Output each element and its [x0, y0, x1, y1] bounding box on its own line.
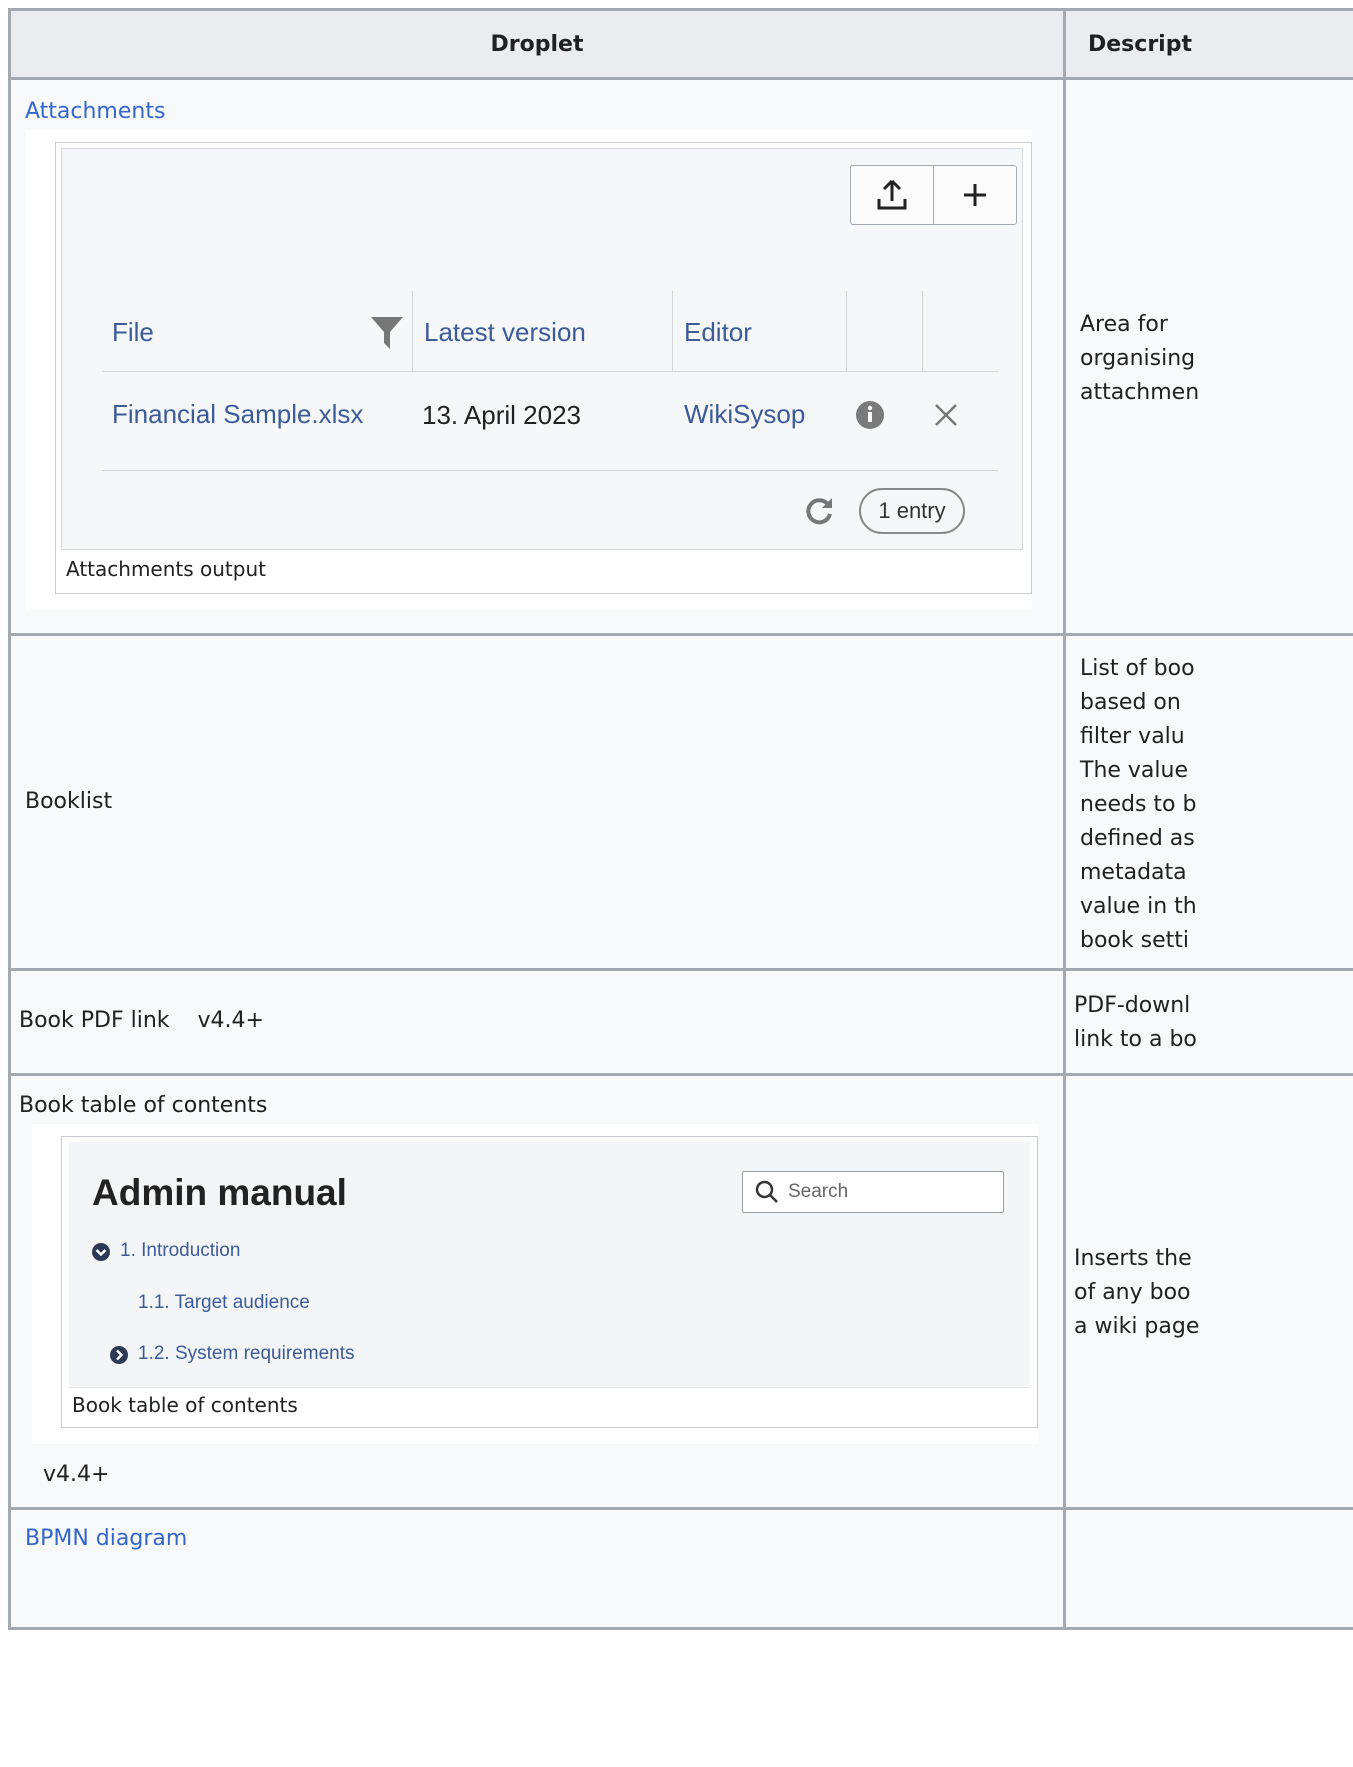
- description-line: a wiki page: [1074, 1314, 1200, 1339]
- droplets-table-wrapper: Droplet Descript Attachments File Latest…: [8, 8, 1353, 1767]
- plus-icon: [964, 184, 986, 206]
- attachment-file-link[interactable]: Financial Sample.xlsx: [112, 399, 363, 430]
- description-line: The value: [1080, 758, 1189, 783]
- table-row: Book table of contents Admin manual Sear…: [8, 1073, 1353, 1510]
- toc-item-introduction[interactable]: 1. Introduction: [120, 1240, 240, 1262]
- attachment-version: 13. April 2023: [422, 400, 582, 430]
- book-pdf-label: Book PDF link v4.4+: [19, 1008, 264, 1033]
- book-heading: Admin manual: [92, 1172, 347, 1213]
- column-header-droplet[interactable]: Droplet: [8, 8, 1066, 80]
- description-cell-attachments: Area for organising attachmen: [1063, 77, 1353, 636]
- chevron-right-circle-icon[interactable]: [110, 1346, 128, 1364]
- droplet-cell-book-pdf: Book PDF link v4.4+: [8, 968, 1066, 1076]
- table-row: Booklist List of boo based on filter val…: [8, 633, 1353, 971]
- description-line: List of boo: [1080, 656, 1195, 681]
- latest-version-column-header[interactable]: Latest version: [424, 317, 586, 348]
- table-row: BPMN diagram: [8, 1507, 1353, 1630]
- attachments-caption: Attachments output: [66, 557, 266, 581]
- attachments-figure-frame: File Latest version Editor Financial Sam…: [55, 142, 1032, 594]
- toc-item-system-requirements[interactable]: 1.2. System requirements: [138, 1343, 354, 1365]
- header-divider: [102, 371, 998, 372]
- description-cell-bpmn: [1063, 1507, 1353, 1630]
- description-cell-booklist: List of boo based on filter valu The val…: [1063, 633, 1353, 971]
- book-pdf-title: Book PDF link: [19, 1008, 170, 1033]
- droplet-cell-attachments: Attachments File Latest version Editor F…: [8, 77, 1066, 636]
- attachments-figure: File Latest version Editor Financial Sam…: [26, 130, 1032, 610]
- table-header-row: Droplet Descript: [8, 8, 1353, 80]
- booklist-description: List of boo based on filter valu The val…: [1080, 652, 1197, 958]
- version-badge: v4.4+: [43, 1462, 110, 1487]
- book-toc-screenshot: Admin manual Search 1. Introduction 1.1.…: [69, 1142, 1030, 1386]
- book-toc-figure: Admin manual Search 1. Introduction 1.1.…: [32, 1124, 1038, 1444]
- attachments-screenshot: File Latest version Editor Financial Sam…: [61, 148, 1023, 550]
- book-toc-caption: Book table of contents: [72, 1393, 298, 1417]
- search-icon: [755, 1180, 778, 1203]
- info-icon[interactable]: [855, 400, 885, 430]
- table-row: Book PDF link v4.4+ PDF-downl link to a …: [8, 968, 1353, 1076]
- toc-item-target-audience[interactable]: 1.1. Target audience: [138, 1292, 310, 1314]
- column-divider: [922, 291, 923, 371]
- description-line: book setti: [1080, 928, 1189, 953]
- description-line: value in th: [1080, 894, 1197, 919]
- description-line: organising: [1080, 346, 1196, 371]
- description-cell-book-toc: Inserts the of any boo a wiki page: [1063, 1073, 1353, 1510]
- droplet-cell-booklist: Booklist: [8, 633, 1066, 971]
- description-line: attachmen: [1080, 380, 1200, 405]
- description-line: metadata: [1080, 860, 1187, 885]
- attachment-toolbar: [850, 165, 1017, 225]
- bpmn-diagram-link[interactable]: BPMN diagram: [25, 1526, 187, 1551]
- description-line: filter valu: [1080, 724, 1185, 749]
- description-cell-book-pdf: PDF-downl link to a bo: [1063, 968, 1353, 1076]
- filter-icon[interactable]: [370, 315, 404, 351]
- attachment-editor-link[interactable]: WikiSysop: [684, 399, 805, 430]
- refresh-icon[interactable]: [802, 494, 836, 528]
- description-line: based on: [1080, 690, 1181, 715]
- search-placeholder: Search: [788, 1181, 849, 1202]
- caption-divider: [69, 1387, 1030, 1388]
- upload-button[interactable]: [851, 166, 933, 224]
- column-divider: [672, 291, 673, 371]
- close-icon[interactable]: [933, 402, 959, 428]
- description-line: PDF-downl: [1074, 993, 1191, 1018]
- book-toc-title: Book table of contents: [19, 1093, 268, 1118]
- description-line: link to a bo: [1074, 1027, 1197, 1052]
- droplet-cell-book-toc: Book table of contents Admin manual Sear…: [8, 1073, 1066, 1510]
- column-divider: [412, 291, 413, 371]
- upload-icon: [877, 179, 907, 210]
- booklist-label: Booklist: [25, 789, 113, 814]
- description-line: of any boo: [1074, 1280, 1191, 1305]
- book-toc-figure-frame: Admin manual Search 1. Introduction 1.1.…: [61, 1136, 1038, 1428]
- description-line: Area for: [1080, 312, 1168, 337]
- droplets-table: Droplet Descript Attachments File Latest…: [8, 8, 1353, 1630]
- book-pdf-description: PDF-downl link to a bo: [1074, 989, 1197, 1057]
- book-search-input[interactable]: Search: [742, 1171, 1004, 1213]
- column-header-description[interactable]: Descript: [1063, 8, 1353, 80]
- droplet-cell-bpmn: BPMN diagram: [8, 1507, 1066, 1630]
- column-divider: [846, 291, 847, 371]
- version-badge: v4.4+: [197, 1008, 264, 1033]
- row-divider: [102, 470, 998, 471]
- attachments-description: Area for organising attachmen: [1080, 308, 1199, 410]
- entry-count-badge: 1 entry: [859, 488, 965, 534]
- table-row: Attachments File Latest version Editor F…: [8, 77, 1353, 636]
- file-column-header[interactable]: File: [112, 317, 154, 348]
- editor-column-header[interactable]: Editor: [684, 317, 752, 348]
- description-line: needs to b: [1080, 792, 1197, 817]
- chevron-down-circle-icon[interactable]: [92, 1243, 110, 1261]
- attachments-link[interactable]: Attachments: [25, 99, 165, 124]
- book-toc-description: Inserts the of any boo a wiki page: [1074, 1242, 1199, 1344]
- add-button[interactable]: [933, 166, 1016, 224]
- description-line: Inserts the: [1074, 1246, 1192, 1271]
- description-line: defined as: [1080, 826, 1195, 851]
